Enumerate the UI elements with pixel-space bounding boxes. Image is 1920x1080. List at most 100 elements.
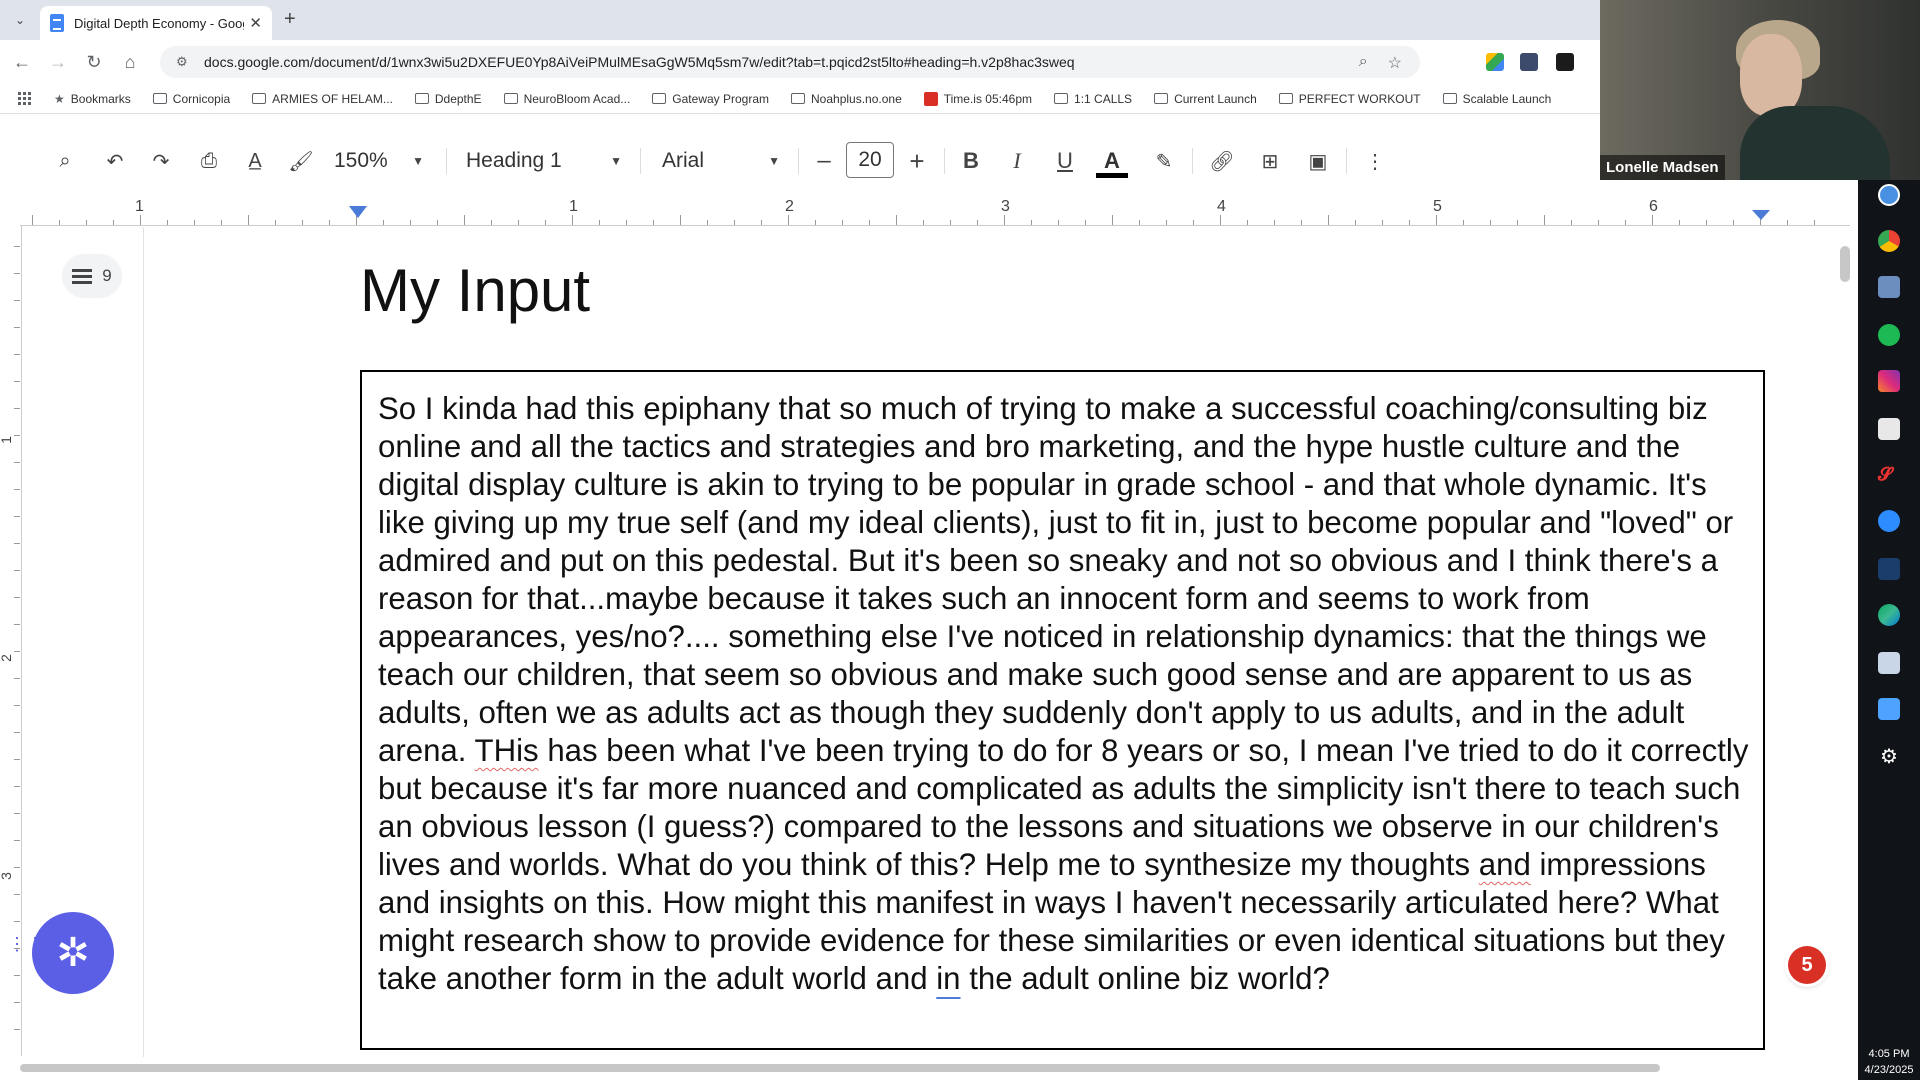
app-icon[interactable] xyxy=(1878,418,1900,440)
ruler-tick xyxy=(1355,220,1356,225)
tab-search-icon[interactable]: ⌄ xyxy=(10,10,30,30)
chrome-icon[interactable] xyxy=(1878,230,1900,252)
document-body[interactable]: So I kinda had this epiphany that so muc… xyxy=(378,390,1749,998)
edge-icon[interactable] xyxy=(1878,604,1900,626)
docs-toolbar: ⌕ ↶ ↷ ⎙ A̲ 🖌 150% ▼ Heading 1 ▼ Arial ▼ … xyxy=(0,136,1600,184)
back-icon[interactable]: ← xyxy=(10,50,34,74)
bookmark-item[interactable]: NeuroBloom Acad... xyxy=(503,92,630,106)
spelling-flagged-word[interactable]: THis xyxy=(475,733,539,768)
ruler-tick xyxy=(14,327,20,328)
notepad-icon[interactable] xyxy=(1878,652,1900,674)
upload-app-icon[interactable] xyxy=(1878,558,1900,580)
body-text: the adult online biz world? xyxy=(960,961,1330,996)
apps-button[interactable] xyxy=(18,91,32,106)
bookmark-star-icon[interactable]: ☆ xyxy=(1388,53,1402,73)
assistant-fab-button[interactable]: ✲ xyxy=(32,912,114,994)
page-title[interactable]: My Input xyxy=(360,256,590,325)
bookmark-item[interactable]: DdepthE xyxy=(414,92,482,106)
text-color-button[interactable]: A xyxy=(1096,148,1128,178)
ruler-tick xyxy=(194,220,195,225)
increase-font-size-button[interactable]: + xyxy=(904,146,930,176)
font-size-input[interactable]: 20 xyxy=(846,142,894,178)
instagram-icon[interactable] xyxy=(1878,370,1900,392)
chevron-down-icon: ▼ xyxy=(768,154,780,168)
search-menus-icon[interactable]: ⌕ xyxy=(52,148,78,174)
app-icon[interactable]: 𝓢 xyxy=(1878,464,1900,486)
url-field[interactable]: ⚙ docs.google.com/document/d/1wnx3wi5u2D… xyxy=(160,46,1420,78)
bold-button[interactable]: B xyxy=(958,148,984,174)
text-box[interactable]: So I kinda had this epiphany that so muc… xyxy=(360,370,1765,1050)
bookmark-item[interactable]: Noahplus.no.one xyxy=(791,92,902,106)
webcam-overlay[interactable]: Lonelle Madsen xyxy=(1600,0,1920,180)
scrollbar-thumb[interactable] xyxy=(20,1064,1660,1072)
photos-icon[interactable] xyxy=(1878,698,1900,720)
undo-icon[interactable]: ↶ xyxy=(102,148,128,174)
paint-format-icon[interactable]: 🖌 xyxy=(288,148,314,174)
italic-button[interactable]: I xyxy=(1004,148,1030,174)
bookmark-item[interactable]: Cornicopia xyxy=(152,92,230,106)
tab-title: Digital Depth Economy - Google Docs xyxy=(74,15,244,31)
close-tab-icon[interactable]: ✕ xyxy=(249,14,262,32)
calculator-icon[interactable] xyxy=(1878,276,1900,298)
settings-gear-icon[interactable]: ⚙ xyxy=(1878,746,1900,768)
suggestion-flagged-word[interactable]: in xyxy=(936,961,960,996)
highlight-icon[interactable]: ✎ xyxy=(1150,148,1178,174)
right-indent-marker[interactable] xyxy=(1752,210,1770,220)
vertical-ruler[interactable]: 1 2 3 xyxy=(0,226,22,1056)
extension-icon[interactable] xyxy=(1520,53,1538,71)
underline-button[interactable]: U xyxy=(1052,148,1078,174)
vertical-scrollbar[interactable] xyxy=(1840,246,1850,282)
site-settings-icon[interactable]: ⚙ xyxy=(176,54,190,70)
chevron-down-icon: ▼ xyxy=(412,154,424,168)
ruler-tick xyxy=(14,489,20,490)
folder-icon xyxy=(252,93,267,104)
insert-image-icon[interactable]: ▣ xyxy=(1304,148,1332,174)
bookmark-item[interactable]: 1:1 CALLS xyxy=(1054,92,1132,106)
zoom-app-icon[interactable] xyxy=(1878,510,1900,532)
system-clock[interactable]: 4:05 PM 4/23/2025 xyxy=(1858,1046,1920,1078)
ruler-tick xyxy=(140,215,141,225)
ruler-tick xyxy=(14,813,20,814)
insert-link-icon[interactable]: 🔗︎ xyxy=(1208,148,1236,174)
ruler-tick xyxy=(653,220,654,225)
bookmark-item[interactable]: Time.is 05:46pm xyxy=(923,91,1033,106)
document-outline-button[interactable]: 9 xyxy=(62,254,122,298)
ruler-tick xyxy=(1625,220,1626,225)
bookmark-label: Time.is 05:46pm xyxy=(943,91,1033,106)
new-tab-icon[interactable]: + xyxy=(284,8,296,31)
ruler-tick xyxy=(1544,215,1545,225)
spotify-icon[interactable] xyxy=(1878,324,1900,346)
font-select[interactable]: Arial ▼ xyxy=(662,148,780,174)
redo-icon[interactable]: ↷ xyxy=(148,148,174,174)
drive-extension-icon[interactable] xyxy=(1486,53,1504,71)
ruler-tick xyxy=(1139,220,1140,225)
left-indent-marker[interactable] xyxy=(349,206,367,218)
bookmark-item[interactable]: ★ Bookmarks xyxy=(54,92,131,106)
decrease-font-size-button[interactable]: – xyxy=(812,147,836,174)
grammar-flagged-word[interactable]: and xyxy=(1479,847,1531,882)
bookmark-item[interactable]: ARMIES OF HELAM... xyxy=(252,92,393,106)
bookmark-item[interactable]: PERFECT WORKOUT xyxy=(1278,92,1421,106)
tab-docs[interactable]: Digital Depth Economy - Google Docs ✕ xyxy=(40,6,272,40)
reload-icon[interactable]: ↻ xyxy=(82,50,106,74)
zoom-icon[interactable]: ⌕ xyxy=(1359,53,1368,73)
more-options-icon[interactable]: ⋮ xyxy=(1364,148,1386,174)
ruler-tick xyxy=(113,220,114,225)
ruler-tick xyxy=(1220,215,1221,225)
bookmark-item[interactable]: Gateway Program xyxy=(652,92,769,106)
chrome-profile-icon[interactable] xyxy=(1878,184,1900,206)
print-icon[interactable]: ⎙ xyxy=(196,148,222,174)
home-icon[interactable]: ⌂ xyxy=(118,50,142,74)
extension-icon[interactable] xyxy=(1556,53,1574,71)
style-select[interactable]: Heading 1 ▼ xyxy=(466,148,622,174)
zoom-select[interactable]: 150% ▼ xyxy=(334,148,424,174)
bookmark-item[interactable]: Scalable Launch xyxy=(1442,92,1551,106)
bookmark-item[interactable]: Current Launch xyxy=(1154,92,1257,106)
horizontal-ruler[interactable]: 1 1 2 3 4 5 6 xyxy=(20,196,1850,226)
ruler-tick xyxy=(923,220,924,225)
spellcheck-icon[interactable]: A̲ xyxy=(242,148,268,174)
add-comment-icon[interactable]: ⊞ xyxy=(1256,148,1284,174)
notification-badge[interactable]: 5 xyxy=(1788,946,1826,984)
horizontal-scrollbar[interactable] xyxy=(20,1062,1860,1074)
forward-icon[interactable]: → xyxy=(46,50,70,74)
